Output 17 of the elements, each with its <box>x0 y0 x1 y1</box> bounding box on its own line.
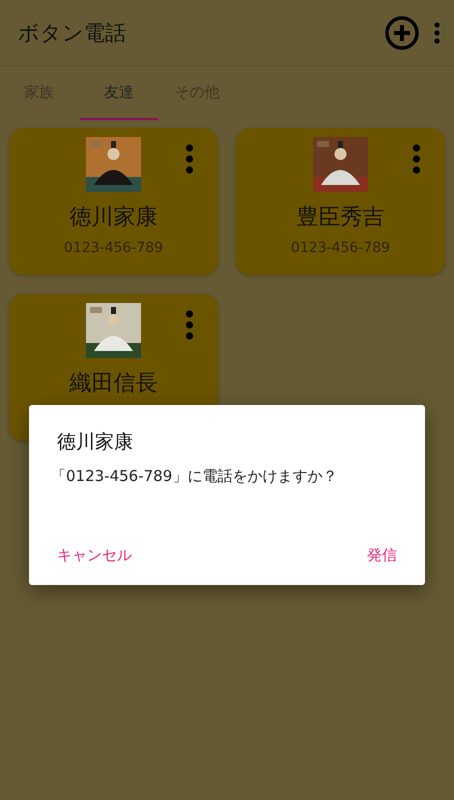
cancel-button[interactable]: キャンセル <box>57 546 132 565</box>
app-title: ボタン電話 <box>18 20 127 46</box>
more-icon[interactable] <box>185 144 194 174</box>
more-icon[interactable] <box>434 22 440 44</box>
dialog-message: 「0123-456-789」に電話をかけますか？ <box>51 467 338 487</box>
contact-name: 徳川家康 <box>70 204 158 232</box>
tab[interactable]: 友達 <box>80 66 158 120</box>
contact-name: 豊臣秀吉 <box>296 204 384 232</box>
call-button[interactable]: 発信 <box>367 546 397 565</box>
contact-phone: 0123-456-789 <box>290 240 390 256</box>
more-icon[interactable] <box>185 310 194 340</box>
contact-name: 織田信長 <box>70 370 158 398</box>
add-icon[interactable] <box>384 14 420 50</box>
contact-card[interactable]: 徳川家康 0123-456-789 <box>9 128 218 275</box>
contact-phone: 0123-456-789 <box>64 240 164 256</box>
more-icon[interactable] <box>412 144 421 174</box>
contact-card[interactable]: 豊臣秀吉 0123-456-789 <box>236 128 445 275</box>
